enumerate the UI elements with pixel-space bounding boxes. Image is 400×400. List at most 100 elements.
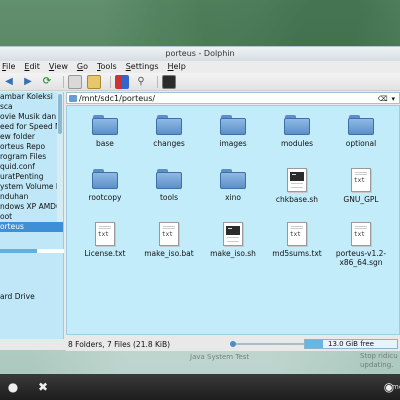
terminal-icon[interactable] xyxy=(162,74,176,89)
tools-icon[interactable]: ✖ xyxy=(34,378,52,396)
file-item[interactable]: optional xyxy=(329,110,393,164)
search-icon[interactable]: ⚲ xyxy=(134,75,148,89)
places-item[interactable] xyxy=(0,252,63,262)
places-item[interactable]: nduhan xyxy=(0,192,63,202)
places-item[interactable] xyxy=(0,232,63,242)
zoom-knob[interactable] xyxy=(230,341,236,347)
menu-item[interactable]: File xyxy=(2,61,15,73)
file-name: License.txt xyxy=(84,249,126,258)
new-folder-icon[interactable] xyxy=(87,74,101,89)
scrollbar-thumb[interactable] xyxy=(58,94,62,134)
file-name: rootcopy xyxy=(88,193,122,202)
location-controls: ⌫ ▾ xyxy=(378,93,395,104)
places-capacity-bar xyxy=(0,249,64,253)
menu-label: o xyxy=(83,62,88,71)
status-summary: 8 Folders, 7 Files (21.8 KiB) xyxy=(68,339,171,349)
menu-label: iew xyxy=(54,62,68,71)
text-lines xyxy=(163,226,175,229)
file-type-label: txt xyxy=(354,177,365,184)
text-lines xyxy=(355,172,367,175)
places-item[interactable]: ew folder xyxy=(0,132,63,142)
places-item[interactable]: sca xyxy=(0,102,63,112)
file-grid: base changes images modules optional rootcopy… xyxy=(73,110,397,272)
file-item[interactable]: make_iso.sh xyxy=(201,218,265,272)
file-name: tools xyxy=(159,193,179,202)
free-space-label: 13.0 GiB free xyxy=(327,340,374,348)
menu-item[interactable]: View xyxy=(49,61,68,73)
location-bar[interactable]: /mnt/sdc1/porteus/ ⌫ ▾ xyxy=(66,92,400,104)
places-item[interactable] xyxy=(0,262,63,272)
folder-body xyxy=(284,118,310,135)
dolphin-window: porteus - Dolphin File Edit View Go Tools Set… xyxy=(0,46,400,351)
folder-icon xyxy=(156,114,182,136)
file-type-label: txt xyxy=(162,231,173,238)
chevron-down-icon[interactable]: ▾ xyxy=(391,95,395,103)
file-item[interactable]: xino xyxy=(201,164,265,218)
menubar: File Edit View Go Tools Settings Help xyxy=(0,61,400,73)
file-item[interactable]: modules xyxy=(265,110,329,164)
clear-icon[interactable]: ⌫ xyxy=(378,95,388,103)
file-view[interactable]: base changes images modules optional rootcopy… xyxy=(66,105,400,335)
free-space-bar: 13.0 GiB free xyxy=(304,339,398,349)
file-type-label: txt xyxy=(354,231,365,238)
menu-label: ools xyxy=(100,62,117,71)
places-item[interactable] xyxy=(0,272,63,282)
places-scrollbar[interactable] xyxy=(57,92,63,222)
places-item[interactable]: ambar Koleksi xyxy=(0,92,63,102)
location-path[interactable]: /mnt/sdc1/porteus/ xyxy=(79,94,155,103)
menu-item[interactable]: Settings xyxy=(126,61,159,73)
file-item[interactable]: changes xyxy=(137,110,201,164)
places-item[interactable]: quid.conf xyxy=(0,162,63,172)
menu-item[interactable]: Go xyxy=(77,61,88,73)
reload-icon[interactable]: ⟳ xyxy=(40,75,54,89)
back-icon[interactable]: ◀ xyxy=(2,75,16,89)
home-icon[interactable] xyxy=(68,74,82,89)
file-item[interactable]: images xyxy=(201,110,265,164)
file-item[interactable]: txt License.txt xyxy=(73,218,137,272)
file-name: GNU_GPL xyxy=(343,195,379,204)
menu-item[interactable]: Edit xyxy=(24,61,40,73)
places-item[interactable]: ystem Volume In xyxy=(0,182,63,192)
toolbar: ◀ ▶ ⟳ ⚲ xyxy=(0,73,400,91)
places-item[interactable]: ndows XP AMD6 xyxy=(0,202,63,212)
file-item[interactable]: txt make_iso.bat xyxy=(137,218,201,272)
shell-script-icon xyxy=(223,222,243,246)
folder-body xyxy=(92,172,118,189)
places-item[interactable] xyxy=(0,282,63,292)
file-name: xino xyxy=(225,193,241,202)
file-item[interactable]: tools xyxy=(137,164,201,218)
folder-body xyxy=(220,118,246,135)
places-item[interactable]: eed for Speed M xyxy=(0,122,63,132)
terminal-glyph xyxy=(226,226,240,235)
file-name: chkbase.sh xyxy=(275,195,319,204)
forward-icon[interactable]: ▶ xyxy=(21,75,35,89)
folder-icon xyxy=(220,168,246,190)
taskbar: ● ✖ ◉ more xyxy=(0,374,400,400)
file-item[interactable]: txt porteus-v1.2-x86_64.sgn xyxy=(329,218,393,272)
view-icon[interactable] xyxy=(115,74,129,89)
places-item[interactable]: orteus Repo xyxy=(0,142,63,152)
folder-icon xyxy=(284,114,310,136)
background-notification-text: Stop ridicu xyxy=(360,352,398,360)
menu-item[interactable]: Help xyxy=(168,61,186,73)
file-item[interactable]: rootcopy xyxy=(73,164,137,218)
places-item[interactable]: ovie Musik dan M xyxy=(0,112,63,122)
menu-item[interactable]: Tools xyxy=(97,61,117,73)
capacity-fill xyxy=(0,249,38,253)
places-item[interactable]: uratPenting xyxy=(0,172,63,182)
zoom-track xyxy=(236,343,310,345)
toolbar-separator xyxy=(110,75,111,88)
folder-icon xyxy=(92,168,118,190)
places-item[interactable]: ard Drive xyxy=(0,292,63,302)
places-item[interactable]: rogram Files xyxy=(0,152,63,162)
start-menu-icon[interactable]: ● xyxy=(4,378,22,396)
file-item[interactable]: txt GNU_GPL xyxy=(329,164,393,218)
file-name: make_iso.bat xyxy=(144,249,194,258)
file-name: optional xyxy=(345,139,377,148)
places-item[interactable]: orteus xyxy=(0,222,63,232)
places-item[interactable]: oot xyxy=(0,212,63,222)
file-item[interactable]: txt md5sums.txt xyxy=(265,218,329,272)
file-item[interactable]: base xyxy=(73,110,137,164)
file-item[interactable]: chkbase.sh xyxy=(265,164,329,218)
file-name: md5sums.txt xyxy=(272,249,322,258)
